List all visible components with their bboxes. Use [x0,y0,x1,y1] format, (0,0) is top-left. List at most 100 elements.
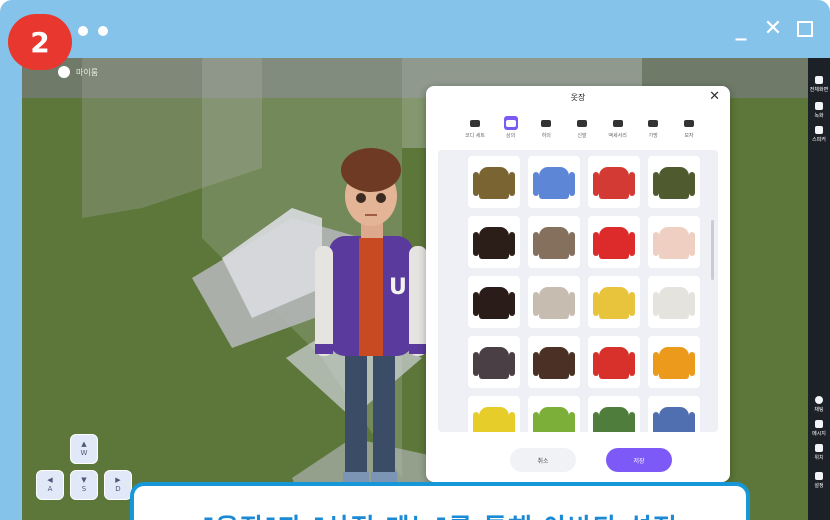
category-tab[interactable]: 신발 [569,116,595,144]
item-cell[interactable] [648,216,700,268]
location-icon [815,444,823,452]
clothing-item-icon [593,407,635,432]
category-label: 모자 [684,133,694,139]
close-window-button[interactable]: ✕ [760,16,786,43]
svg-text:U: U [389,275,407,300]
item-cell[interactable] [468,396,520,432]
grid-scrollbar[interactable] [711,220,714,280]
key-w[interactable]: ▲ W [70,434,98,464]
message-icon [815,420,823,428]
toolbar-item[interactable]: 메시지 [808,420,830,437]
avatar-character: U [315,148,427,507]
key-letter: D [115,485,121,493]
item-cell[interactable] [648,336,700,388]
clothing-item-icon [533,227,575,259]
caption-box: [옷장]과 [상점 메뉴]를 통해 아바타 설정 [130,482,750,520]
toolbar-label: 위치 [814,455,824,461]
clothing-item-icon [593,347,635,379]
item-cell[interactable] [588,396,640,432]
speaker-icon [815,126,823,134]
bag-icon [646,116,660,130]
clothing-item-icon [653,287,695,319]
category-label: 상의 [506,133,516,139]
item-cell[interactable] [468,276,520,328]
category-tabs: 코디 세트 상의 하의 신발 액세서리 가방 모자 [462,116,702,144]
toolbar-item[interactable]: 스피커 [808,126,830,143]
maximize-button[interactable] [792,16,818,43]
caption-text: [옷장]과 [상점 메뉴]를 통해 아바타 설정 [134,508,746,520]
clothing-item-icon [593,167,635,199]
category-tab[interactable]: 가방 [640,116,666,144]
toolbar-label: 메시지 [812,431,826,437]
key-arrow: ▶ [115,476,121,484]
key-s[interactable]: ▼ S [70,470,98,500]
item-cell[interactable] [468,336,520,388]
settings-icon [815,472,823,480]
category-tab[interactable]: 액세서리 [605,116,631,144]
category-tab[interactable]: 코디 세트 [462,116,488,144]
app-logo-icon [58,66,70,78]
item-cell[interactable] [588,216,640,268]
window-controls: _ ✕ [728,16,818,43]
item-grid-area [438,150,718,432]
clothing-item-icon [533,287,575,319]
toolbar-item[interactable]: 녹화 [808,102,830,119]
item-cell[interactable] [588,156,640,208]
item-cell[interactable] [648,396,700,432]
category-label: 액세서리 [608,133,627,139]
key-arrow: ◀ [47,476,53,484]
maximize-icon [797,21,813,37]
item-grid [468,156,700,432]
key-arrow: ▼ [81,476,87,484]
category-label: 코디 세트 [465,133,485,139]
item-cell[interactable] [528,216,580,268]
item-cell[interactable] [528,396,580,432]
category-label: 하의 [541,133,551,139]
category-tab[interactable]: 상의 [498,116,524,144]
key-letter: A [47,485,53,493]
accessory-icon [611,116,625,130]
minimize-button[interactable]: _ [728,16,754,43]
toolbar-item[interactable]: 설정 [808,472,830,489]
clothing-item-icon [473,227,515,259]
key-a[interactable]: ◀ A [36,470,64,500]
item-cell[interactable] [528,276,580,328]
outfit-set-icon [468,116,482,130]
item-cell[interactable] [468,216,520,268]
clothing-item-icon [533,347,575,379]
game-viewport[interactable]: 마이룸 U ▲ W ◀ A ▼ S ▶ D 옷장 ✕ 코디 세트 상의 하의 신… [22,58,830,520]
item-cell[interactable] [468,156,520,208]
clothing-item-icon [533,167,575,199]
category-label: 가방 [648,133,658,139]
cancel-button[interactable]: 취소 [510,448,576,472]
hat-icon [682,116,696,130]
app-label: 마이룸 [58,66,98,78]
item-cell[interactable] [648,276,700,328]
category-tab[interactable]: 하의 [533,116,559,144]
save-button[interactable]: 저장 [606,448,672,472]
item-cell[interactable] [528,336,580,388]
key-arrow: ▲ [81,440,87,448]
toolbar-item[interactable]: 위치 [808,444,830,461]
clothing-item-icon [473,287,515,319]
right-toolbar: 전체화면녹화스피커채팅메시지위치설정 [808,58,830,520]
clothing-item-icon [653,347,695,379]
toolbar-label: 전체화면 [809,87,829,93]
wardrobe-panel: 옷장 ✕ 코디 세트 상의 하의 신발 액세서리 가방 모자 취소 저장 [426,86,730,482]
toolbar-item[interactable]: 채팅 [808,396,830,413]
item-cell[interactable] [528,156,580,208]
key-d[interactable]: ▶ D [104,470,132,500]
item-cell[interactable] [648,156,700,208]
item-cell[interactable] [588,336,640,388]
toolbar-item[interactable]: 전체화면 [808,76,830,93]
toolbar-label: 녹화 [814,113,824,119]
top-icon [503,116,518,130]
record-icon [815,102,823,110]
app-window: _ ✕ 2 마이룸 U ▲ W ◀ A ▼ S ▶ D 옷장 ✕ 코디 세트 상… [0,0,830,520]
chat-icon [815,396,823,404]
item-cell[interactable] [588,276,640,328]
clothing-item-icon [593,227,635,259]
step-number-badge: 2 [8,14,72,70]
category-tab[interactable]: 모자 [676,116,702,144]
panel-close-button[interactable]: ✕ [709,89,720,104]
